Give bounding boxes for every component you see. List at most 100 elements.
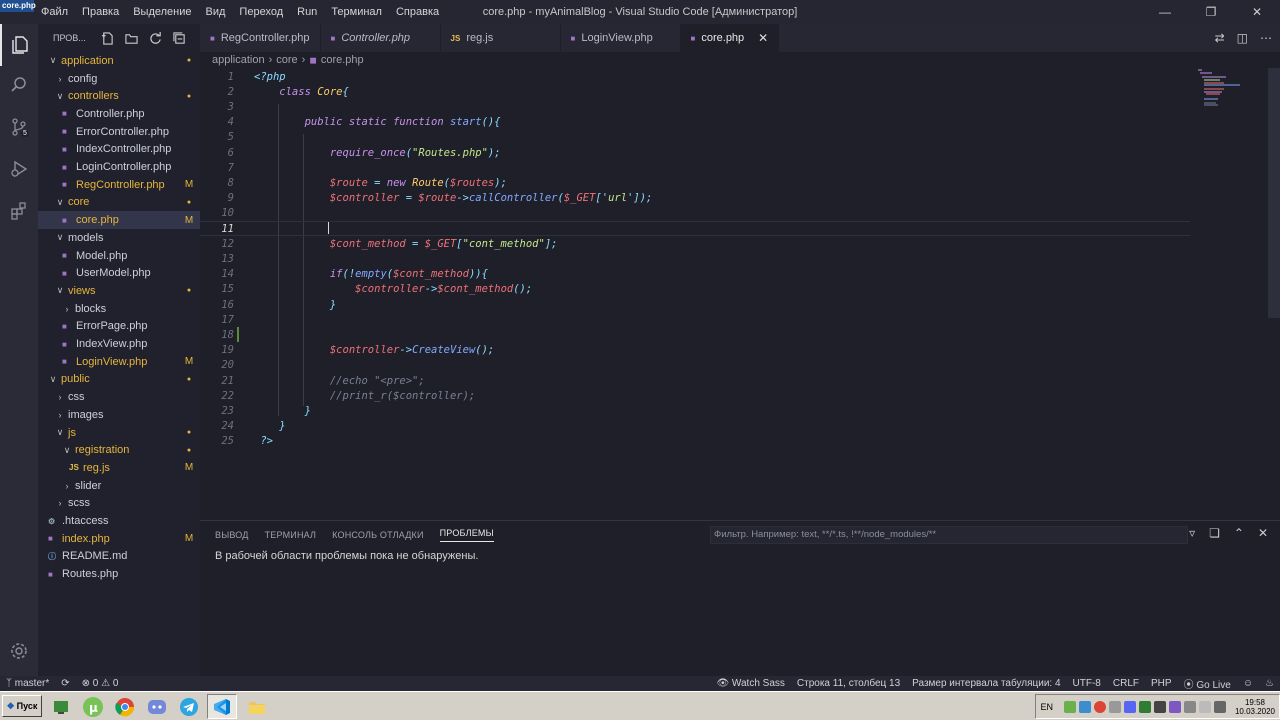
tree-folder[interactable]: › config <box>38 70 200 88</box>
start-button[interactable]: ❖ Пуск <box>2 695 42 717</box>
tray-app-icon[interactable] <box>1078 700 1091 713</box>
problems-filter-input[interactable]: Фильтр. Например: text, **/*.ts, !**/nod… <box>710 526 1188 544</box>
editor-tab[interactable]: ■ core.php ✕ <box>680 24 780 52</box>
breadcrumb-item[interactable]: core.php <box>321 54 364 66</box>
tree-folder[interactable]: › blocks <box>38 300 200 318</box>
feedback-icon[interactable]: ☺ <box>1237 678 1259 689</box>
tree-folder[interactable]: › slider <box>38 477 200 495</box>
tree-folder[interactable]: ∨ registration ● <box>38 441 200 459</box>
panel-tab[interactable]: ПРОБЛЕМЫ <box>439 528 494 542</box>
tree-file[interactable]: ■ index.php M <box>38 530 200 548</box>
notifications-icon[interactable]: ♨ <box>1259 678 1280 689</box>
tree-folder[interactable]: › images <box>38 406 200 424</box>
tree-file[interactable]: ■ Routes.php <box>38 565 200 583</box>
close-window-icon[interactable]: ✕ <box>1234 0 1280 24</box>
collapse-panel-icon[interactable]: ❏ <box>1209 526 1220 540</box>
tree-file[interactable]: ■ ErrorPage.php <box>38 318 200 336</box>
tray-app-icon[interactable] <box>1093 700 1106 713</box>
taskbar-app-icon[interactable] <box>46 694 76 719</box>
tray-app-icon[interactable] <box>1183 700 1196 713</box>
line-ending[interactable]: CRLF <box>1107 678 1145 689</box>
tray-app-icon[interactable] <box>1198 700 1211 713</box>
extensions-icon[interactable] <box>0 190 38 232</box>
editor-tab[interactable]: JS reg.js <box>441 24 561 52</box>
tree-folder[interactable]: ∨ controllers ● <box>38 87 200 105</box>
split-editor-icon[interactable]: ◫ <box>1237 31 1248 45</box>
language-indicator[interactable]: EN <box>1040 702 1053 712</box>
tree-file[interactable]: ■ core.php M <box>38 211 200 229</box>
breadcrumb-item[interactable]: core <box>276 54 297 66</box>
settings-gear-icon[interactable] <box>0 630 38 672</box>
restore-icon[interactable]: ❐ <box>1188 0 1234 24</box>
tree-folder[interactable]: ∨ js ● <box>38 424 200 442</box>
minimize-icon[interactable]: — <box>1142 0 1188 24</box>
menu-item[interactable]: Выделение <box>126 0 198 24</box>
new-file-icon[interactable] <box>101 31 114 45</box>
file-explorer-icon[interactable] <box>242 694 272 719</box>
tree-folder[interactable]: › scss <box>38 495 200 513</box>
tree-file[interactable]: ⚙ .htaccess <box>38 512 200 530</box>
chrome-icon[interactable] <box>110 694 140 719</box>
source-control-icon[interactable]: 5 <box>0 106 38 148</box>
indent-setting[interactable]: Размер интервала табуляции: 4 <box>906 678 1066 689</box>
maximize-panel-icon[interactable]: ⌃ <box>1234 526 1244 540</box>
breadcrumb-item[interactable]: application <box>212 54 265 66</box>
tree-file[interactable]: ■ RegController.php M <box>38 176 200 194</box>
code-editor[interactable]: 1 <?php 2 class Core{3 4 public static func… <box>200 68 1200 520</box>
search-icon[interactable] <box>0 64 38 106</box>
menu-item[interactable]: Переход <box>232 0 290 24</box>
watch-sass-button[interactable]: 👁 Watch Sass <box>710 678 790 689</box>
problems-count[interactable]: ⊗ 0 ⚠ 0 <box>76 678 125 689</box>
sync-icon[interactable]: ⟳ <box>55 678 75 689</box>
panel-tab[interactable]: ТЕРМИНАЛ <box>265 530 317 540</box>
utorrent-icon[interactable]: µ <box>78 694 108 719</box>
tray-app-icon[interactable] <box>1153 700 1166 713</box>
tree-file[interactable]: ■ LoginController.php <box>38 158 200 176</box>
more-actions-icon[interactable]: ⋯ <box>1260 31 1272 45</box>
editor-tab[interactable]: ■ RegController.php <box>200 24 321 52</box>
tree-file[interactable]: ■ IndexView.php <box>38 335 200 353</box>
editor-tab[interactable]: ■ LoginView.php <box>561 24 681 52</box>
tray-app-icon[interactable] <box>1108 700 1121 713</box>
collapse-all-icon[interactable] <box>173 31 186 45</box>
telegram-icon[interactable] <box>174 694 204 719</box>
tree-folder[interactable]: ∨ core ● <box>38 194 200 212</box>
menu-item[interactable]: Run <box>290 0 324 24</box>
language-mode[interactable]: PHP <box>1145 678 1178 689</box>
tray-app-icon[interactable] <box>1138 700 1151 713</box>
vscode-icon[interactable] <box>207 694 237 719</box>
refresh-icon[interactable] <box>149 31 162 45</box>
tree-file[interactable]: ■ ErrorController.php <box>38 123 200 141</box>
tree-file[interactable]: ⓘ README.md <box>38 548 200 566</box>
tray-app-icon[interactable] <box>1168 700 1181 713</box>
explorer-icon[interactable] <box>0 24 38 66</box>
tree-folder[interactable]: ∨ views ● <box>38 282 200 300</box>
menu-item[interactable]: Файл <box>34 0 75 24</box>
discord-icon[interactable] <box>142 694 172 719</box>
filter-icon[interactable]: ▿ <box>1189 526 1195 540</box>
encoding[interactable]: UTF-8 <box>1067 678 1107 689</box>
tree-folder[interactable]: ∨ application ● <box>38 52 200 70</box>
editor-scrollbar[interactable] <box>1268 68 1280 318</box>
tree-file[interactable]: ■ LoginView.php M <box>38 353 200 371</box>
minimap[interactable] <box>1190 68 1268 128</box>
panel-tab[interactable]: ВЫВОД <box>215 530 249 540</box>
tray-app-icon[interactable] <box>1123 700 1136 713</box>
editor-tab[interactable]: ■ Controller.php <box>321 24 441 52</box>
cursor-position[interactable]: Строка 11, столбец 13 <box>791 678 906 689</box>
go-live-button[interactable]: ⦿ Go Live <box>1178 676 1237 691</box>
menu-item[interactable]: Справка <box>389 0 446 24</box>
close-tab-icon[interactable]: ✕ <box>758 31 768 45</box>
tree-file[interactable]: ■ UserModel.php <box>38 264 200 282</box>
panel-tab[interactable]: КОНСОЛЬ ОТЛАДКИ <box>332 530 423 540</box>
compare-changes-icon[interactable]: ⇄ <box>1215 31 1225 45</box>
tree-file[interactable]: ■ Model.php <box>38 247 200 265</box>
new-folder-icon[interactable] <box>125 32 138 45</box>
tree-file[interactable]: ■ Controller.php <box>38 105 200 123</box>
tree-folder[interactable]: ∨ public ● <box>38 371 200 389</box>
clock[interactable]: 19:58 10.03.2020 <box>1235 698 1275 716</box>
volume-icon[interactable] <box>1213 700 1226 713</box>
tree-folder[interactable]: ∨ models <box>38 229 200 247</box>
tree-file[interactable]: JS reg.js M <box>38 459 200 477</box>
menu-item[interactable]: Вид <box>199 0 233 24</box>
